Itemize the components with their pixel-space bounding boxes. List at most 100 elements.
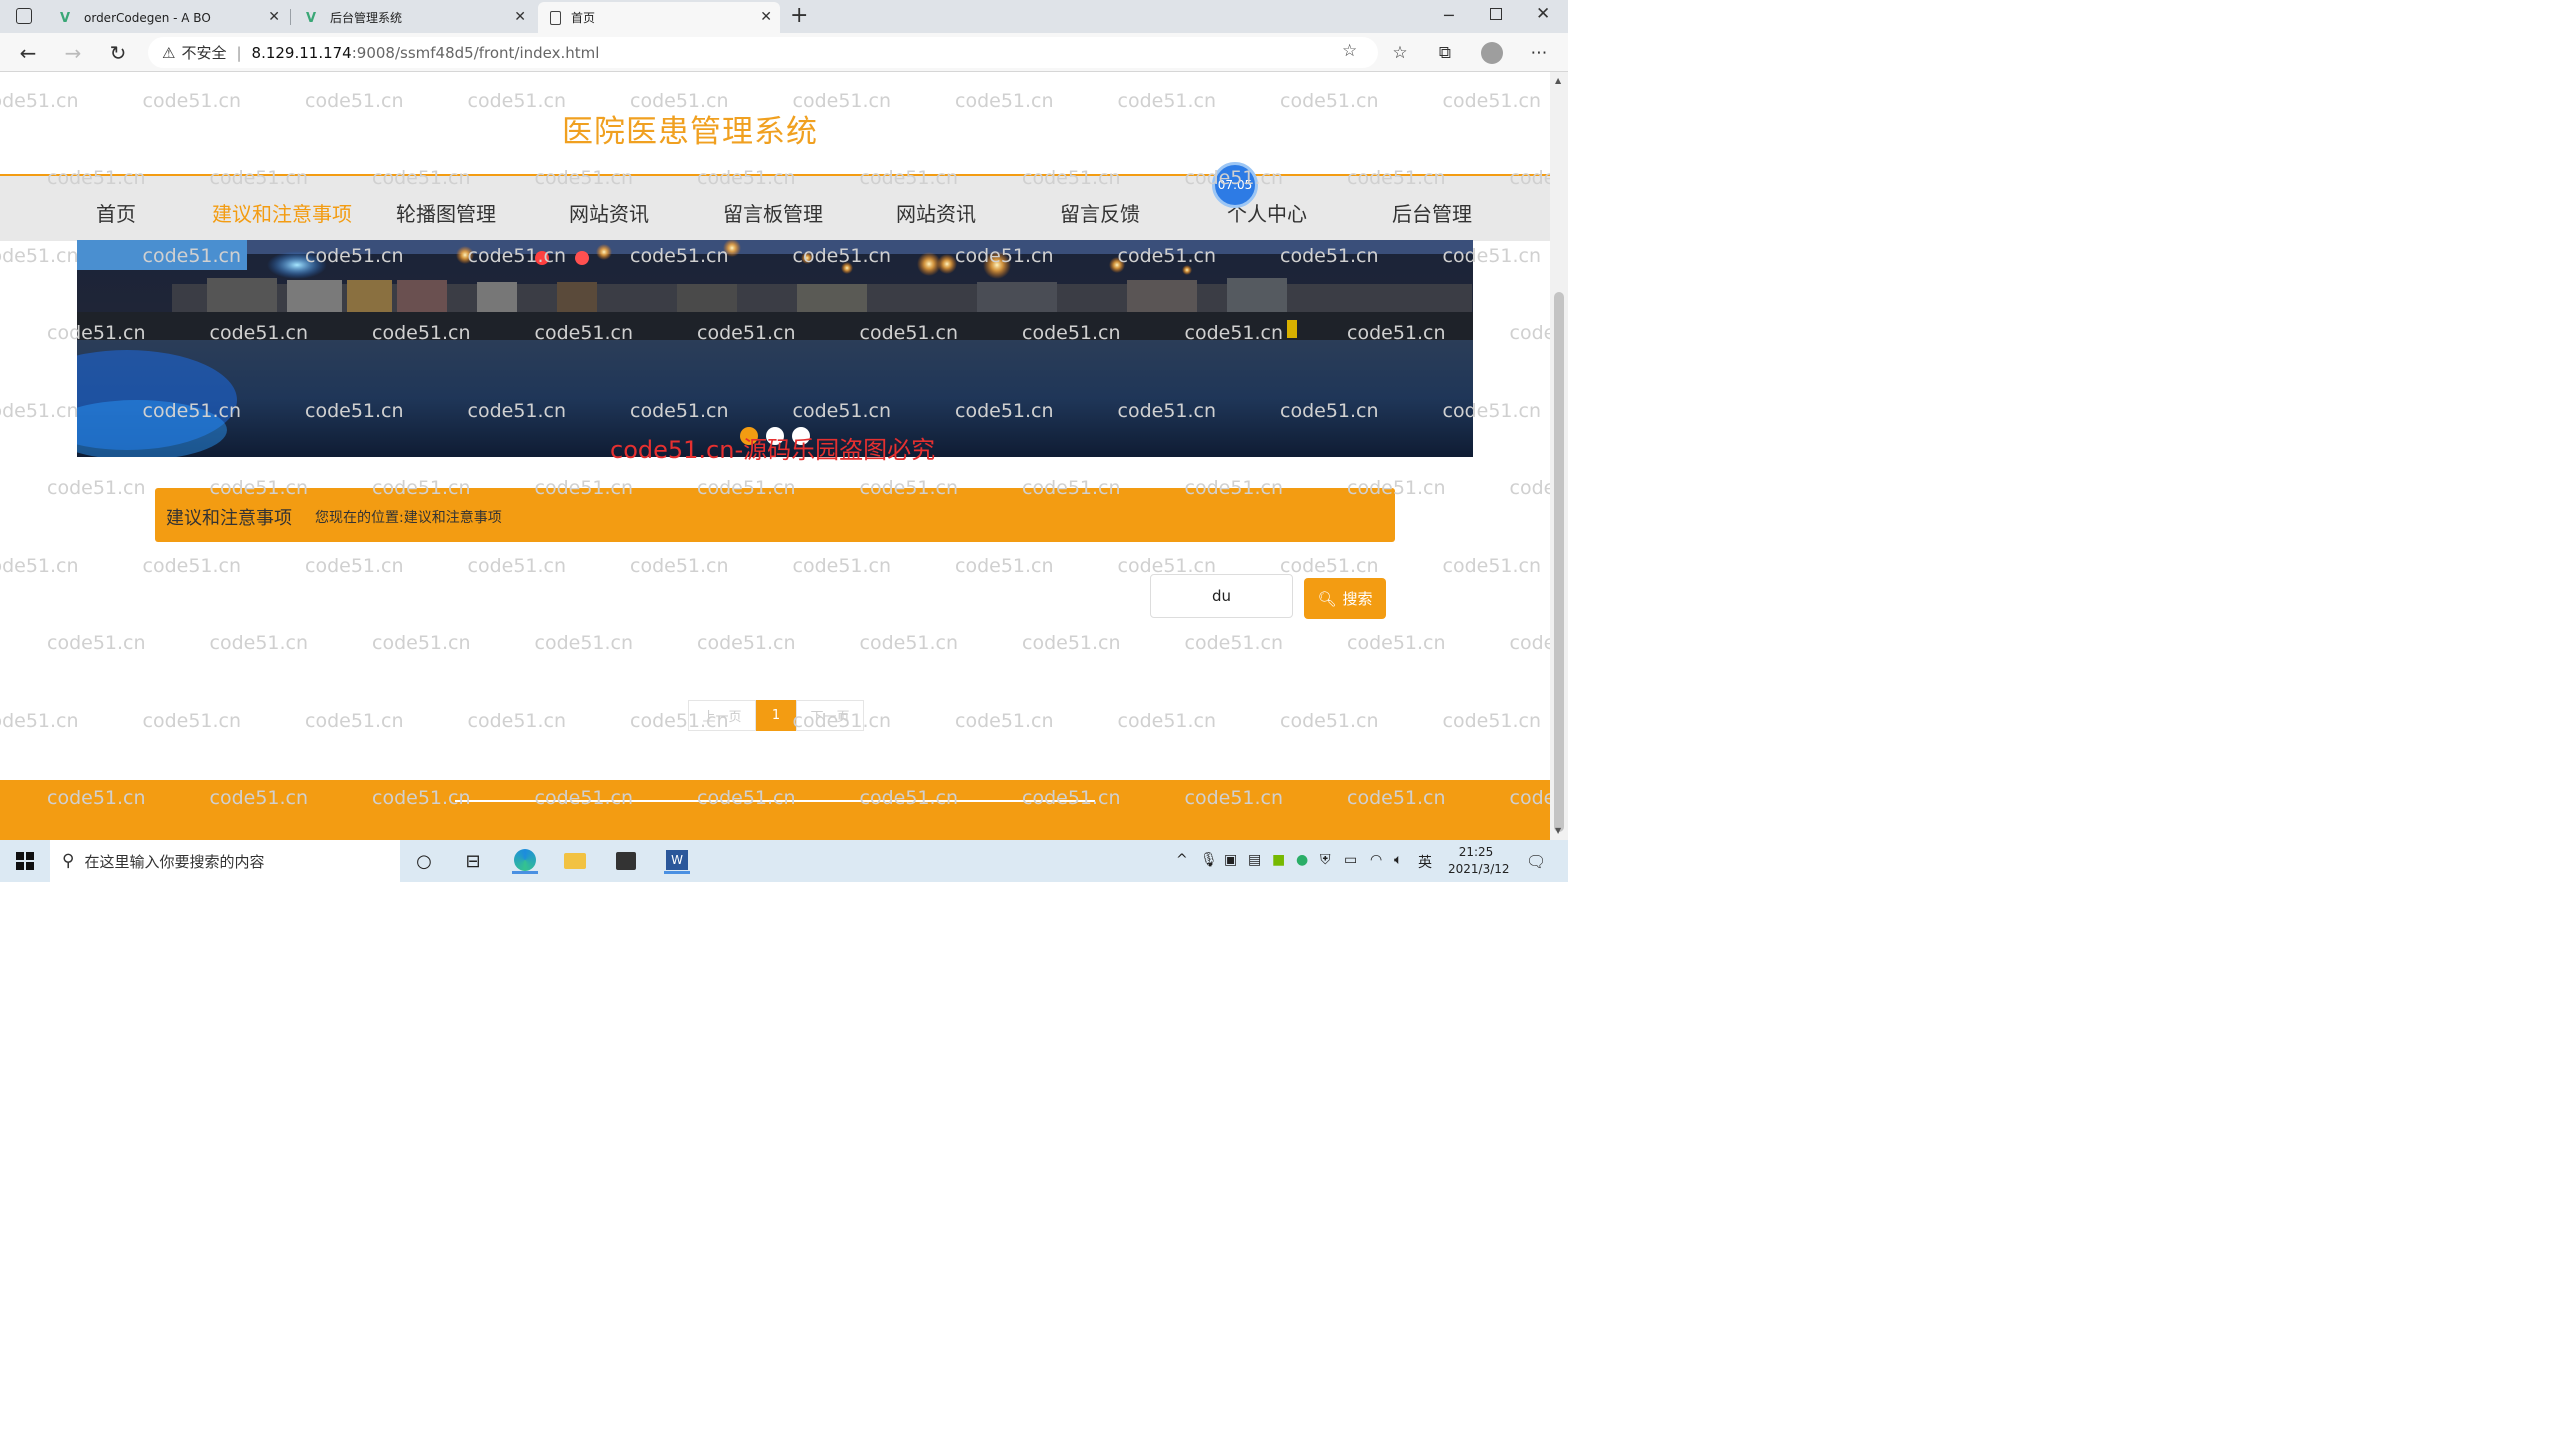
cortana-icon[interactable]: ○ bbox=[411, 848, 437, 874]
watermark-text: code51.cn bbox=[467, 710, 567, 732]
section-title: 建议和注意事项 bbox=[166, 508, 292, 529]
file-explorer-icon[interactable] bbox=[562, 848, 588, 874]
next-page-button[interactable]: 下一页 bbox=[796, 700, 864, 731]
edge-browser-icon[interactable] bbox=[512, 848, 538, 874]
watermark-text: code51.cn bbox=[467, 555, 567, 577]
page-icon bbox=[550, 10, 561, 25]
browser-toolbar: ← → ↻ ⚠ 不安全 | 8.129.11.174:9008/ssmf48d5… bbox=[0, 33, 1568, 72]
tab-admin-system[interactable]: V 后台管理系统 ✕ bbox=[294, 2, 534, 33]
watermark-text: code51.cn bbox=[1184, 632, 1284, 654]
collections-icon[interactable]: ⧉ bbox=[1433, 41, 1457, 65]
forward-icon[interactable]: → bbox=[60, 40, 86, 66]
word-icon[interactable]: W bbox=[664, 848, 690, 874]
breadcrumb-label: 您现在的位置: bbox=[315, 510, 404, 526]
vue-icon: V bbox=[306, 10, 317, 26]
security-shield-icon[interactable]: ⛨ bbox=[1320, 852, 1331, 868]
show-hidden-icons-icon[interactable]: ^ bbox=[1176, 852, 1188, 868]
security-label[interactable]: 不安全 bbox=[181, 42, 226, 63]
watermark-text: code51.cn bbox=[1442, 710, 1542, 732]
tab-title: 首页 bbox=[571, 11, 596, 25]
store-icon[interactable] bbox=[613, 848, 639, 874]
tab-ordercodegen[interactable]: V orderCodegen - A BO ✕ bbox=[48, 2, 288, 33]
nav-item-admin[interactable]: 后台管理 bbox=[1392, 198, 1472, 227]
watermark-text: code51.cn bbox=[305, 710, 404, 732]
watermark-text: code51.cn bbox=[1022, 632, 1121, 654]
nav-item-home[interactable]: 首页 bbox=[96, 198, 136, 227]
search-button-label: 搜索 bbox=[1342, 590, 1373, 608]
page-scrollbar[interactable]: ▲ ▼ bbox=[1550, 72, 1568, 840]
nvidia-icon[interactable]: ■ bbox=[1272, 852, 1285, 868]
close-tab-icon[interactable]: ✕ bbox=[514, 9, 526, 25]
tab-actions-icon[interactable] bbox=[16, 8, 32, 24]
watermark-text: code51.cn bbox=[1509, 632, 1551, 654]
url-host: 8.129.11.174 bbox=[251, 43, 352, 62]
page-number-1[interactable]: 1 bbox=[756, 700, 796, 731]
close-icon[interactable]: ✕ bbox=[1536, 4, 1550, 24]
windows-taskbar: ⚲ 在这里输入你要搜索的内容 ○ ⊟ W ^ 🎙︎ ▣ ▤ ■ ● ⛨ ▭ ◠ … bbox=[0, 840, 1568, 882]
pagination: 上一页 1 下一页 bbox=[688, 700, 864, 731]
wifi-icon[interactable]: ◠ bbox=[1370, 852, 1382, 868]
browser-tab-bar: V orderCodegen - A BO ✕ V 后台管理系统 ✕ 首页 ✕ … bbox=[0, 0, 1568, 33]
task-view-icon[interactable]: ⊟ bbox=[460, 848, 486, 874]
reload-icon[interactable]: ↻ bbox=[105, 40, 131, 66]
tab-title: orderCodegen - A BO bbox=[84, 10, 211, 25]
taskbar-clock[interactable]: 21:25 2021/3/12 bbox=[1448, 844, 1510, 878]
search-button[interactable]: 🔍︎ 搜索 bbox=[1304, 578, 1386, 619]
taskbar-search[interactable]: ⚲ 在这里输入你要搜索的内容 bbox=[50, 840, 400, 882]
watermark-text: code51.cn bbox=[697, 632, 796, 654]
nav-item-advice[interactable]: 建议和注意事项 bbox=[212, 198, 352, 227]
favorites-icon[interactable]: ☆ bbox=[1388, 41, 1412, 65]
prev-page-button[interactable]: 上一页 bbox=[688, 700, 756, 731]
new-tab-button[interactable]: + bbox=[790, 3, 808, 28]
tab-title: 后台管理系统 bbox=[330, 11, 403, 25]
breadcrumb: 您现在的位置:建议和注意事项 bbox=[315, 507, 502, 527]
site-title: 医院医患管理系统 bbox=[562, 114, 818, 150]
night-river-image bbox=[77, 240, 1473, 457]
nav-item-carousel-admin[interactable]: 轮播图管理 bbox=[396, 198, 496, 227]
timer-badge: 07:05 bbox=[1212, 162, 1258, 208]
watermark-text: code51.cn bbox=[1509, 477, 1551, 499]
microphone-icon[interactable]: 🎙︎ bbox=[1200, 852, 1218, 868]
watermark-text: code51.cn bbox=[142, 555, 242, 577]
nav-item-news[interactable]: 网站资讯 bbox=[569, 198, 649, 227]
watermark-text: code51.cn bbox=[1509, 322, 1551, 344]
nav-item-feedback[interactable]: 留言反馈 bbox=[1060, 198, 1140, 227]
close-tab-icon[interactable]: ✕ bbox=[268, 9, 280, 25]
scroll-down-arrow-icon[interactable]: ▼ bbox=[1555, 826, 1561, 835]
address-field[interactable]: ⚠ 不安全 | 8.129.11.174:9008/ssmf48d5/front… bbox=[148, 37, 1378, 68]
camera-icon[interactable]: ▣ bbox=[1224, 852, 1237, 868]
profile-avatar-icon[interactable] bbox=[1480, 41, 1504, 65]
warning-icon[interactable]: ⚠ bbox=[162, 44, 175, 62]
back-icon[interactable]: ← bbox=[15, 40, 41, 66]
nav-item-news-2[interactable]: 网站资讯 bbox=[896, 198, 976, 227]
watermark-text: code51.cn bbox=[1280, 710, 1379, 732]
breadcrumb-current[interactable]: 建议和注意事项 bbox=[404, 510, 502, 526]
battery-icon[interactable]: ▭ bbox=[1344, 852, 1357, 868]
add-favorite-icon[interactable]: ☆ bbox=[1342, 41, 1357, 61]
restore-icon[interactable] bbox=[1490, 8, 1502, 20]
search-icon: 🔍︎ bbox=[1317, 589, 1337, 608]
notifications-icon[interactable]: 🗨︎ bbox=[1526, 852, 1546, 871]
more-menu-icon[interactable]: ⋯ bbox=[1527, 41, 1551, 65]
web-page: 医院医患管理系统 首页 建议和注意事项 轮播图管理 网站资讯 留言板管理 网站资… bbox=[0, 72, 1550, 840]
vue-icon: V bbox=[60, 10, 71, 26]
watermark-text: code51.cn bbox=[209, 632, 309, 654]
search-input[interactable] bbox=[1150, 574, 1293, 618]
nav-item-message-board[interactable]: 留言板管理 bbox=[723, 198, 823, 227]
minimize-icon[interactable]: ─ bbox=[1444, 6, 1454, 25]
scroll-up-arrow-icon[interactable]: ▲ bbox=[1555, 76, 1561, 85]
scrollbar-thumb[interactable] bbox=[1554, 292, 1564, 832]
watermark-text: code51.cn bbox=[0, 400, 79, 422]
footer-divider bbox=[455, 800, 1095, 802]
carousel-banner[interactable] bbox=[77, 240, 1473, 457]
tab-home[interactable]: 首页 ✕ bbox=[538, 2, 780, 33]
ime-indicator[interactable]: 英 bbox=[1418, 852, 1432, 872]
wechat-icon[interactable]: ● bbox=[1296, 852, 1308, 868]
screen-icon[interactable]: ▤ bbox=[1248, 852, 1261, 868]
windows-start-icon[interactable] bbox=[12, 848, 38, 874]
red-watermark: code51.cn-源码乐园盗图必究 bbox=[610, 436, 936, 464]
close-tab-icon[interactable]: ✕ bbox=[760, 9, 772, 25]
clock-date: 2021/3/12 bbox=[1448, 862, 1510, 876]
volume-icon[interactable]: 🔈︎ bbox=[1394, 852, 1402, 868]
watermark-text: code51.cn bbox=[792, 555, 892, 577]
